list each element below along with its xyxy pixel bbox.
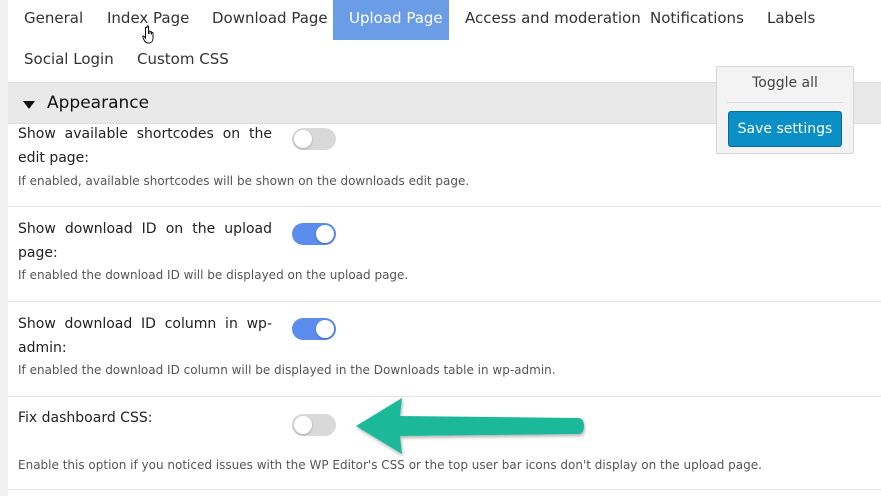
settings-actions-box: Toggle all Save settings [716,66,854,154]
setting-label: Show available shortcodes on the edit pa… [18,126,272,166]
setting-description: If enabled the download ID column will b… [18,363,556,377]
tab-custom-css[interactable]: Custom CSS [121,41,245,81]
setting-row-download-id-column: Show download ID column in wp-admin: If … [8,302,881,397]
tab-labels[interactable]: Labels [751,0,831,40]
toggle-fix-dashboard-css[interactable] [292,414,336,436]
toggle-show-shortcodes[interactable] [292,128,336,150]
setting-description: Enable this option if you noticed issues… [18,458,762,472]
tab-general[interactable]: General [8,0,99,40]
toggle-all-link[interactable]: Toggle all [717,75,853,91]
arrow-left-icon [356,398,584,454]
setting-description: If enabled, available shortcodes will be… [18,174,470,188]
toggle-knob [294,130,312,148]
tab-notifications[interactable]: Notifications [634,0,760,40]
toggle-knob [294,416,312,434]
toggle-show-download-id[interactable] [292,223,336,245]
tab-upload-page[interactable]: Upload Page [333,0,449,40]
section-title: Appearance [47,93,150,113]
toggle-show-id-column[interactable] [292,318,336,340]
hand-pointer-icon [142,25,154,44]
setting-row-download-id-upload: Show download ID on the upload page: If … [8,207,881,302]
save-settings-button[interactable]: Save settings [728,111,842,147]
setting-description: If enabled the download ID will be displ… [18,268,409,282]
toggle-knob [316,225,334,243]
setting-label: Fix dashboard CSS: [18,410,153,426]
tab-download-page[interactable]: Download Page [196,0,344,40]
divider [727,102,843,103]
tab-social-login[interactable]: Social Login [8,41,130,81]
setting-label: Show download ID column in wp-admin: [18,316,272,356]
setting-label: Show download ID on the upload page: [18,221,272,261]
tab-access-and-moderation[interactable]: Access and moderation [449,0,657,40]
caret-down-icon [23,101,35,109]
toggle-knob [316,320,334,338]
